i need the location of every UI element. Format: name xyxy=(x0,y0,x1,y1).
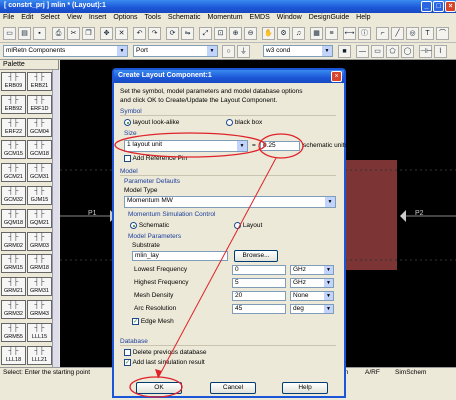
annotation-circle-size xyxy=(114,132,266,158)
annotation-arrow-line xyxy=(157,157,277,379)
annotation-circle-ok xyxy=(129,376,183,398)
annotation-overlay xyxy=(114,132,304,398)
annotation-circle-value xyxy=(258,133,304,159)
